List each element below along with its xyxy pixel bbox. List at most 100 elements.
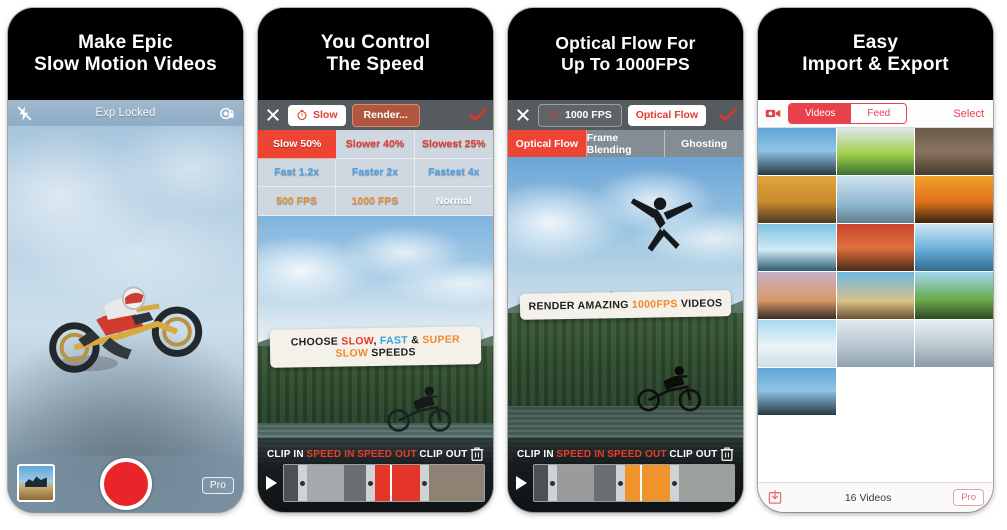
trash-icon[interactable] (470, 446, 484, 462)
video-thumbnail[interactable] (836, 224, 915, 271)
banner-part-1: 1000FPS (631, 297, 678, 311)
trash-icon[interactable] (720, 446, 734, 462)
optical-flow-bottom-bar: CLIP IN SPEED IN SPEED OUT CLIP OUT (508, 438, 743, 512)
tab-videos[interactable]: Videos (789, 104, 852, 123)
headline-line-2: Slow Motion Videos (34, 54, 217, 75)
close-icon[interactable] (514, 106, 532, 124)
import-icon[interactable] (767, 489, 783, 506)
panel-library: Easy Import & Export Videos Feed Select (758, 8, 993, 512)
speed-in-button[interactable]: SPEED IN (306, 449, 354, 460)
stopwatch-icon (549, 110, 559, 121)
video-camera-icon[interactable] (765, 105, 781, 122)
optical-flow-toolbar: 1000 FPS Optical Flow (508, 100, 743, 130)
headline-capture: Make Epic Slow Motion Videos (8, 8, 243, 100)
video-thumbnail[interactable] (758, 176, 836, 223)
banner-part-0: RENDER AMAZING (528, 298, 632, 313)
timeline-row (258, 464, 493, 502)
speed-out-button[interactable]: SPEED OUT (607, 449, 667, 460)
play-icon[interactable] (516, 476, 527, 490)
video-thumbnail[interactable] (758, 368, 836, 415)
video-thumbnail[interactable] (836, 272, 915, 319)
video-thumbnail[interactable] (758, 272, 836, 319)
headline-speed: You Control The Speed (258, 8, 493, 100)
speed-action-row: CLIP IN SPEED IN SPEED OUT CLIP OUT (258, 444, 493, 464)
video-thumbnail[interactable] (758, 224, 836, 271)
check-icon[interactable] (469, 108, 487, 122)
speed-out-button[interactable]: SPEED OUT (357, 449, 417, 460)
video-thumbnail[interactable] (915, 128, 993, 175)
banner-part-0: CHOOSE (290, 336, 342, 349)
speed-option-normal[interactable]: Normal (414, 187, 493, 216)
speed-option-1000fps[interactable]: 1000 FPS (336, 187, 415, 216)
speed-option-faster-2x[interactable]: Faster 2x (336, 158, 415, 188)
clip-out-button[interactable]: CLIP OUT (669, 449, 717, 460)
speed-option-slowest-25[interactable]: Slowest 25% (414, 130, 493, 159)
speed-option-fastest-4x[interactable]: Fastest 4x (414, 159, 493, 188)
timeline-track[interactable] (533, 464, 735, 502)
video-thumbnail[interactable] (915, 176, 993, 223)
mtb-rider-silhouette (387, 386, 452, 432)
speed-option-fast-12x[interactable]: Fast 1.2x (258, 158, 337, 188)
clip-in-button[interactable]: CLIP IN (517, 449, 554, 460)
headline-line-1: You Control (320, 31, 431, 53)
video-thumbnail[interactable] (836, 176, 915, 223)
close-icon[interactable] (264, 106, 282, 124)
optical-flow-action-row: CLIP IN SPEED IN SPEED OUT CLIP OUT (508, 444, 743, 464)
speed-in-button[interactable]: SPEED IN (556, 449, 604, 460)
pro-badge[interactable]: Pro (201, 477, 234, 494)
play-icon[interactable] (266, 476, 277, 490)
tab-optical-flow[interactable]: Optical Flow (508, 130, 587, 157)
video-thumbnail[interactable] (915, 320, 993, 367)
library-screen: Videos Feed Select 16 Videos Pro (758, 100, 993, 512)
optical-flow-banner: RENDER AMAZING 1000FPS VIDEOS (519, 290, 732, 320)
tab-ghosting[interactable]: Ghosting (665, 130, 743, 157)
record-button[interactable] (99, 458, 152, 510)
tab-frame-blending[interactable]: Frame Blending (587, 130, 666, 157)
speed-mode-pill[interactable]: Slow (288, 104, 346, 126)
video-grid (758, 128, 993, 482)
render-button[interactable]: Render... (351, 103, 420, 127)
library-bottom-bar: 16 Videos Pro (758, 482, 993, 512)
tab-feed[interactable]: Feed (851, 104, 907, 123)
headline-line-1: Easy (852, 31, 899, 53)
speed-screen: CHOOSE SLOW, FAST & SUPER SLOW SPEEDS Sl… (258, 100, 493, 512)
pro-badge[interactable]: Pro (953, 489, 984, 506)
exposure-lock-icon[interactable] (218, 105, 235, 122)
headline-line-1: Make Epic (78, 31, 173, 53)
speed-option-slower-40[interactable]: Slower 40% (336, 130, 415, 159)
headline-line-2: Up To 1000FPS (561, 54, 690, 74)
capture-bottom-bar: Pro (8, 456, 243, 512)
panel-optical-flow: Optical Flow For Up To 1000FPS RENDER AM… (508, 8, 743, 512)
video-thumbnail[interactable] (758, 128, 836, 175)
video-thumbnail[interactable] (836, 128, 915, 175)
fps-pill[interactable]: 1000 FPS (538, 103, 622, 127)
motocross-rider (49, 286, 202, 373)
skydiver-silhouette (630, 197, 693, 252)
screenshot-root: Make Epic Slow Motion Videos Pro Exp Loc… (0, 0, 1007, 530)
headline-optical-flow: Optical Flow For Up To 1000FPS (508, 8, 743, 100)
video-thumbnail[interactable] (836, 320, 915, 367)
speed-toolbar: Slow Render... (258, 100, 493, 130)
clip-out-button[interactable]: CLIP OUT (419, 449, 467, 460)
headline-line-2: The Speed (326, 54, 425, 75)
headline-line-1: Optical Flow For (555, 33, 696, 54)
video-thumbnail[interactable] (915, 224, 993, 271)
timeline-track[interactable] (283, 464, 485, 502)
speed-option-500fps[interactable]: 500 FPS (258, 187, 337, 216)
library-toolbar: Videos Feed Select (758, 100, 993, 128)
speed-mode-label: Slow (313, 109, 338, 121)
last-capture-thumbnail[interactable] (17, 464, 55, 502)
camera-preview: Pro (8, 126, 243, 512)
check-icon[interactable] (719, 108, 737, 122)
banner-part-4: & (407, 334, 423, 347)
clip-in-button[interactable]: CLIP IN (267, 449, 304, 460)
video-thumbnail[interactable] (758, 320, 836, 367)
video-thumbnail[interactable] (915, 272, 993, 319)
speed-bottom-bar: CLIP IN SPEED IN SPEED OUT CLIP OUT (258, 438, 493, 512)
select-button[interactable]: Select (953, 108, 986, 120)
flash-off-icon[interactable] (16, 105, 33, 122)
optical-flow-screen: RENDER AMAZING 1000FPS VIDEOS Optical Fl… (508, 100, 743, 512)
optical-flow-pill[interactable]: Optical Flow (627, 104, 707, 126)
mtb-rider-silhouette (637, 365, 702, 412)
speed-option-slow-50[interactable]: Slow 50% (258, 130, 337, 159)
